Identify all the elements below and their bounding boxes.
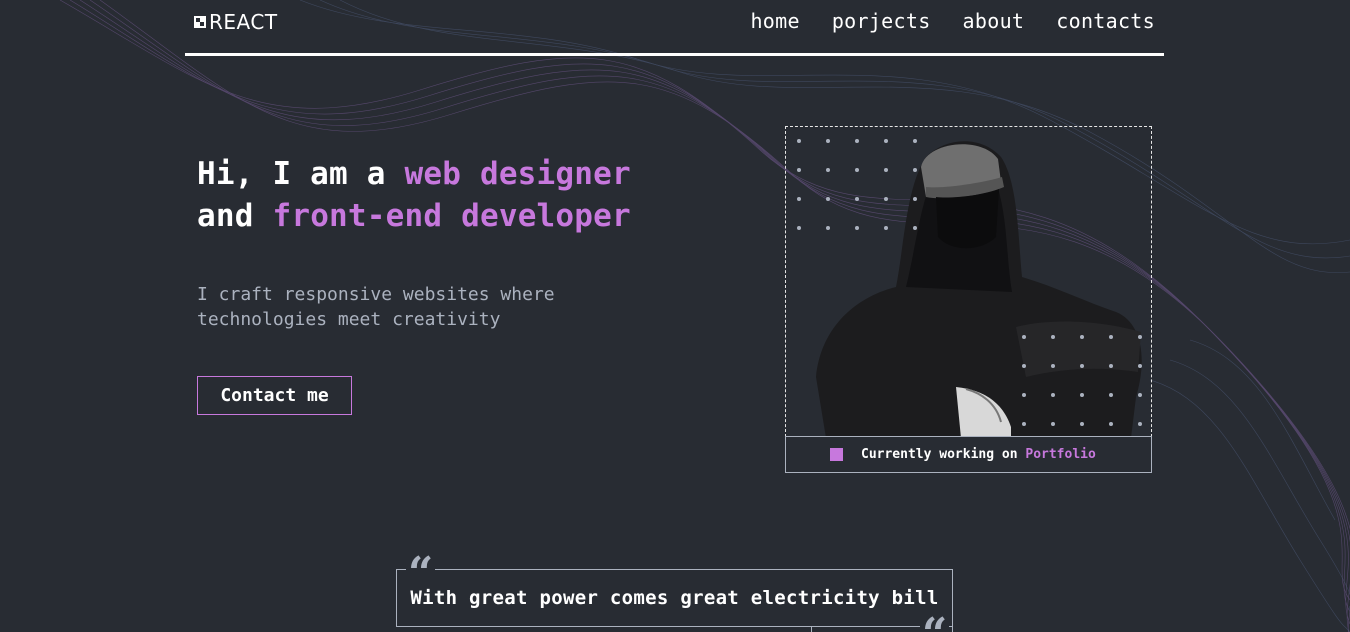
- quote-open-icon: “: [406, 552, 436, 580]
- dot-grid-bottom: [1022, 335, 1142, 426]
- contact-me-button[interactable]: Contact me: [197, 376, 352, 415]
- status-bar: Currently working on Portfolio: [785, 436, 1152, 473]
- portrait-frame: [785, 126, 1152, 437]
- hero-title-part1: Hi, I am a: [197, 156, 405, 192]
- quote-close-icon: “: [920, 613, 950, 632]
- nav-link-home[interactable]: home: [750, 9, 799, 33]
- nav-link-about[interactable]: about: [963, 9, 1025, 33]
- logo-link[interactable]: REACT: [194, 10, 278, 34]
- quote-box: With great power comes great electricity…: [396, 569, 953, 627]
- hero-subtitle-line1: I craft responsive websites where: [197, 284, 555, 305]
- hero-subtitle-line2: technologies meet creativity: [197, 309, 501, 330]
- hero-subtitle: I craft responsive websites where techno…: [197, 282, 617, 332]
- hero-title-part2: and: [197, 198, 273, 234]
- logo-icon: [194, 16, 206, 28]
- nav-link-projects[interactable]: porjects: [832, 9, 931, 33]
- hero-title: Hi, I am a web designer and front-end de…: [197, 153, 631, 237]
- logo-text: REACT: [209, 10, 278, 34]
- status-project: Portfolio: [1025, 447, 1096, 462]
- hero-title-accent2: front-end developer: [272, 198, 631, 234]
- hero-title-accent1: web designer: [404, 156, 631, 192]
- dot-grid-top: [797, 139, 917, 230]
- status-prefix: Currently working on: [861, 447, 1026, 462]
- main-nav: home porjects about contacts: [750, 9, 1155, 33]
- site-header: REACT home porjects about contacts: [185, 0, 1164, 56]
- square-icon: [830, 448, 843, 461]
- nav-link-contacts[interactable]: contacts: [1056, 9, 1155, 33]
- quote-text: With great power comes great electricity…: [410, 587, 939, 609]
- status-text: Currently working on Portfolio: [861, 447, 1096, 462]
